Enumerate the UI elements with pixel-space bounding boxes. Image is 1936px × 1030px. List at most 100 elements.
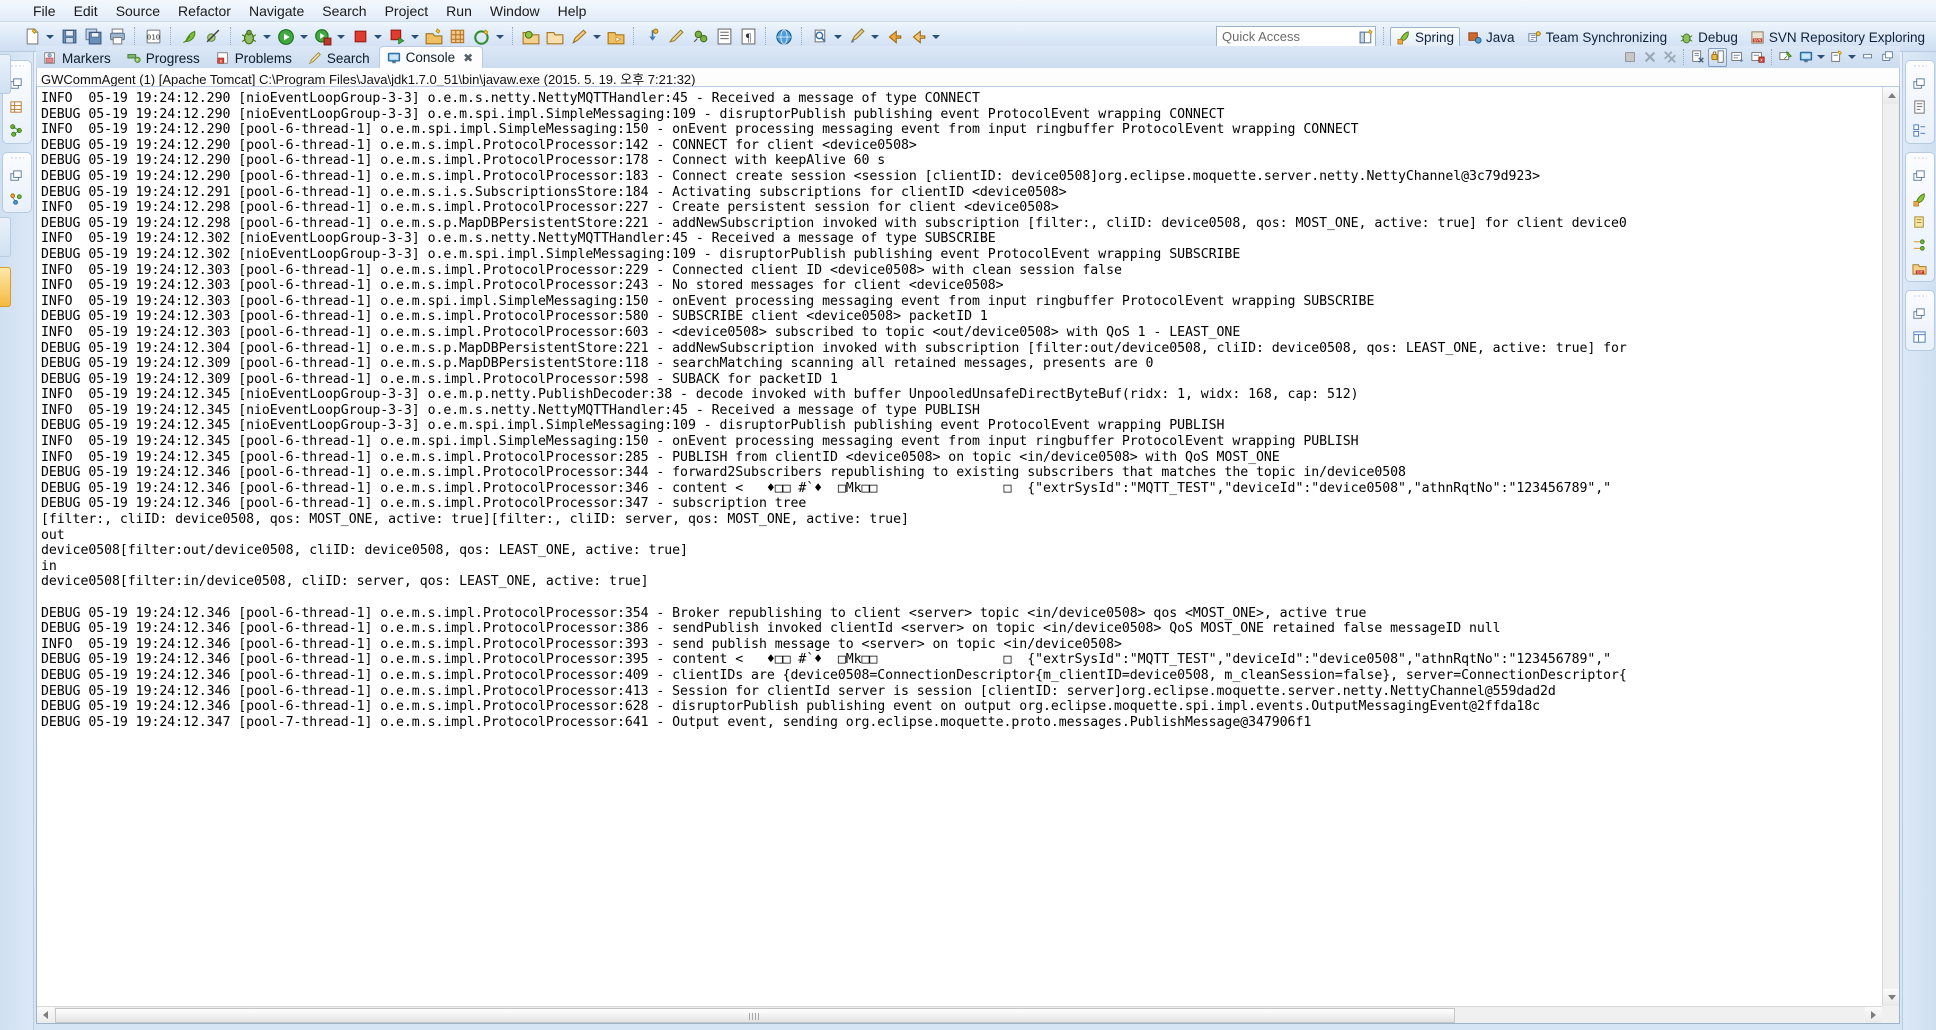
run-button[interactable] [275, 26, 297, 48]
binary-toggle-button[interactable]: 010 [142, 26, 164, 48]
new-wizard-dropdown[interactable] [44, 26, 55, 48]
spring-explorer-button-left[interactable] [8, 121, 26, 139]
console-vertical-scrollbar[interactable] [1882, 87, 1899, 1006]
templates-button[interactable] [1911, 328, 1929, 346]
forward-dropdown[interactable] [930, 26, 941, 48]
menu-run[interactable]: Run [437, 2, 481, 20]
restore-button-right-3[interactable] [1911, 305, 1929, 323]
git-repositories-button[interactable]: GIT [1911, 259, 1929, 277]
restore-button-right-2[interactable] [1911, 167, 1929, 185]
restore-button-right-1[interactable] [1911, 75, 1929, 93]
open-type-button[interactable] [520, 26, 542, 48]
open-resource-button[interactable] [605, 26, 627, 48]
new-wizard-button[interactable] [21, 26, 43, 48]
run-server-button[interactable] [386, 26, 408, 48]
left-rail-tab-2[interactable] [0, 217, 11, 257]
previous-annotation-button[interactable] [665, 26, 687, 48]
scroll-up-arrow[interactable] [1883, 87, 1900, 104]
back-button[interactable] [883, 26, 905, 48]
restore-button-left-2[interactable] [8, 167, 26, 185]
maximize-button[interactable] [1878, 48, 1897, 67]
tab-search[interactable]: Search [301, 48, 379, 68]
menu-navigate[interactable]: Navigate [240, 2, 313, 20]
clear-console-button[interactable] [1688, 48, 1707, 67]
perspective-spring[interactable]: Spring [1390, 27, 1460, 48]
rail-grip-dots-r1[interactable] [1913, 64, 1927, 69]
tab-markers[interactable]: Markers [36, 48, 120, 68]
rail-grip-dots-2[interactable] [10, 156, 24, 161]
perspective-svn-repository-exploring[interactable]: SVN SVN Repository Exploring [1745, 28, 1930, 47]
external-tools-dropdown[interactable] [335, 26, 346, 48]
display-selected-console-button[interactable] [1796, 48, 1815, 67]
menu-source[interactable]: Source [107, 2, 169, 20]
print-button[interactable] [106, 26, 128, 48]
new-java-project-button[interactable] [423, 26, 445, 48]
last-edit-dropdown[interactable] [869, 26, 880, 48]
scroll-right-arrow[interactable] [1865, 1007, 1882, 1024]
console-log-text[interactable]: INFO 05-19 19:24:12.290 [nioEventLoopGro… [37, 87, 1882, 730]
new-class-button[interactable] [471, 26, 493, 48]
run-dropdown[interactable] [298, 26, 309, 48]
outline-view-button[interactable] [1911, 98, 1929, 116]
perspective-java[interactable]: Java [1462, 28, 1520, 47]
tab-progress[interactable]: Progress [120, 48, 209, 68]
new-class-dropdown[interactable] [494, 26, 505, 48]
save-button[interactable] [58, 26, 80, 48]
new-package-button[interactable] [447, 26, 469, 48]
tab-console[interactable]: Console ✖ [379, 46, 484, 68]
quick-access-input[interactable]: Quick Access [1216, 26, 1376, 47]
external-tools-button[interactable] [312, 26, 334, 48]
perspective-debug[interactable]: Debug [1674, 28, 1743, 47]
close-icon[interactable]: ✖ [463, 51, 473, 65]
open-web-browser-button[interactable] [773, 26, 795, 48]
menu-search[interactable]: Search [313, 2, 375, 20]
menu-project[interactable]: Project [376, 2, 438, 20]
debug-dropdown[interactable] [261, 26, 272, 48]
quick-fix-button[interactable] [689, 26, 711, 48]
rail-grip-dots-r3[interactable] [1913, 294, 1927, 299]
debug-button[interactable] [238, 26, 260, 48]
task-list-button[interactable] [1911, 213, 1929, 231]
left-rail-tab-3[interactable] [0, 267, 11, 307]
next-annotation-button[interactable] [641, 26, 663, 48]
menu-window[interactable]: Window [481, 2, 549, 20]
left-rail-tab-1[interactable] [0, 54, 11, 94]
edit-highlight-dropdown[interactable] [591, 26, 602, 48]
minimize-button[interactable] [1858, 48, 1877, 67]
rail-grip-dots-r2[interactable] [1913, 156, 1927, 161]
menu-help[interactable]: Help [549, 2, 596, 20]
scroll-lock-button[interactable] [1708, 48, 1727, 67]
display-console-dropdown[interactable] [1816, 48, 1826, 67]
perspective-team-synchronizing[interactable]: Team Synchronizing [1522, 28, 1673, 47]
terminate-dropdown[interactable] [372, 26, 383, 48]
outline-button-left[interactable] [8, 190, 26, 208]
search-dropdown[interactable] [832, 26, 843, 48]
terminate-console-button[interactable] [1620, 48, 1639, 67]
menu-refactor[interactable]: Refactor [169, 2, 240, 20]
hierarchy-button[interactable] [1911, 236, 1929, 254]
last-edit-location-button[interactable] [846, 26, 868, 48]
spring-button[interactable] [178, 26, 200, 48]
save-all-button[interactable] [82, 26, 104, 48]
search-button[interactable] [809, 26, 831, 48]
remove-launch-button[interactable] [1640, 48, 1659, 67]
open-console-button[interactable] [1827, 48, 1846, 67]
remove-all-terminated-button[interactable] [1660, 48, 1679, 67]
open-folder-button[interactable] [544, 26, 566, 48]
terminate-button-main[interactable] [349, 26, 371, 48]
console-horizontal-scrollbar[interactable] [37, 1006, 1882, 1023]
pin-console-button[interactable] [1776, 48, 1795, 67]
horizontal-scroll-thumb[interactable] [55, 1008, 1455, 1023]
word-wrap-button[interactable] [1728, 48, 1747, 67]
skip-breakpoints-button[interactable] [202, 26, 224, 48]
show-console-on-output-button[interactable]: x [1748, 48, 1767, 67]
toggle-block-selection-button[interactable] [713, 26, 735, 48]
forward-button[interactable] [907, 26, 929, 48]
run-server-dropdown[interactable] [409, 26, 420, 48]
tab-problems[interactable]: x Problems [209, 48, 301, 68]
spring-explorer-button-right[interactable] [1911, 190, 1929, 208]
menu-edit[interactable]: Edit [65, 2, 107, 20]
scroll-down-arrow[interactable] [1883, 989, 1900, 1006]
open-console-dropdown[interactable] [1847, 48, 1857, 67]
properties-view-button[interactable] [1911, 121, 1929, 139]
